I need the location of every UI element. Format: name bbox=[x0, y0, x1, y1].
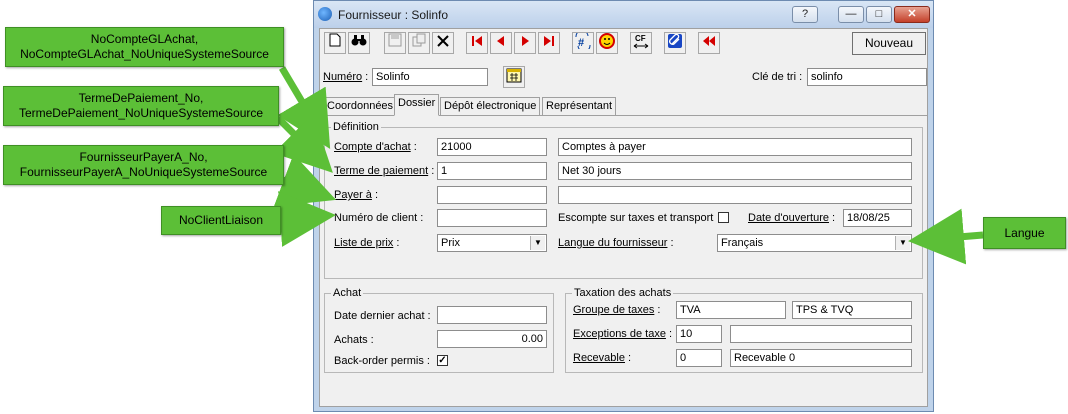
callout-nocomptegl-achat: NoCompteGLAchat, NoCompteGLAchat_NoUniqu… bbox=[5, 27, 284, 67]
arrow-payer bbox=[273, 154, 337, 207]
callout-payer-line2: FournisseurPayerA_NoUniqueSystemeSource bbox=[19, 165, 268, 179]
arrow-client bbox=[278, 191, 336, 247]
arrow-langue bbox=[908, 208, 984, 265]
callout-noclient-liaison: NoClientLiaison bbox=[161, 206, 281, 235]
callout-terme-line1: TermeDePaiement_No, bbox=[78, 91, 204, 105]
callout-terme-line2: TermeDePaiement_NoUniqueSystemeSource bbox=[18, 106, 264, 120]
callout-glachat-line1: NoCompteGLAchat, bbox=[90, 32, 199, 46]
callout-terme-paiement: TermeDePaiement_No, TermeDePaiement_NoUn… bbox=[3, 86, 279, 126]
tab-dossier[interactable]: Dossier bbox=[394, 94, 440, 116]
callout-payer-line1: FournisseurPayerA_No, bbox=[79, 150, 208, 164]
callout-langue: Langue bbox=[983, 217, 1066, 249]
callout-glachat-line2: NoCompteGLAchat_NoUniqueSystemeSource bbox=[20, 47, 269, 61]
callout-fournisseur-payer-a: FournisseurPayerA_No, FournisseurPayerA_… bbox=[3, 145, 284, 185]
